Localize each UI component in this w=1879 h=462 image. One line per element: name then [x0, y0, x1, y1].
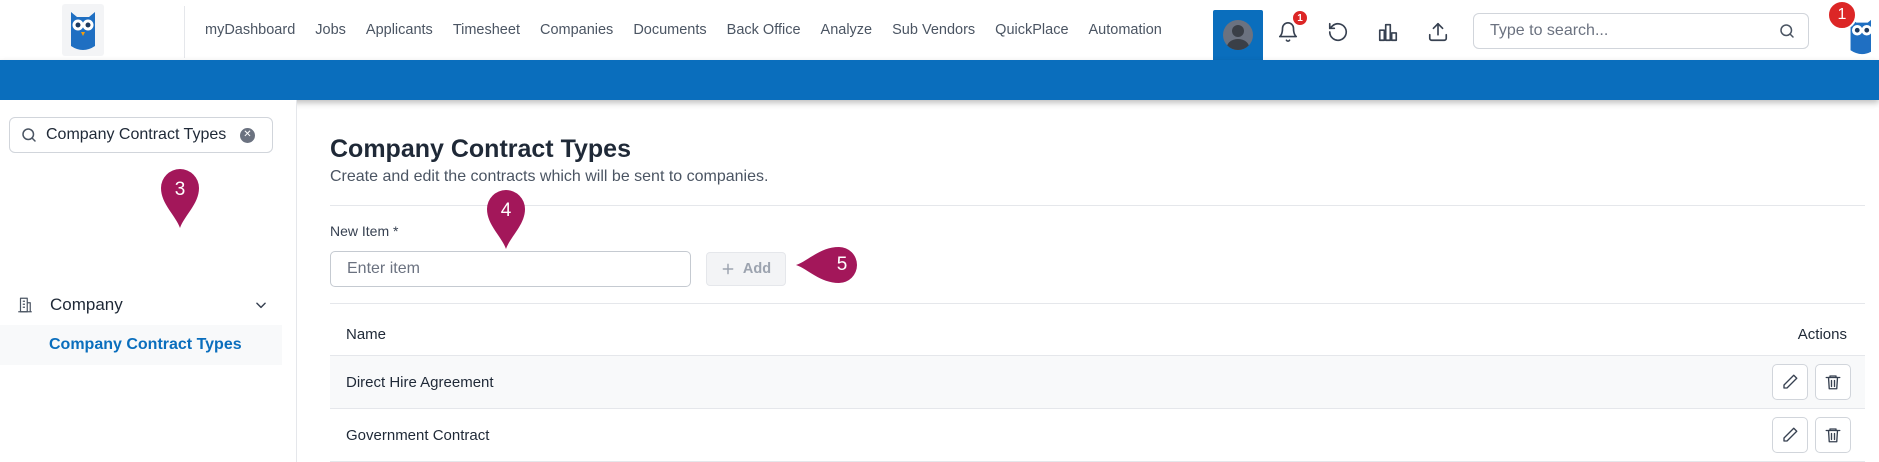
notifications-button[interactable]: 1: [1266, 9, 1310, 54]
contract-types-table: Name Actions Direct Hire Agreement Gover…: [330, 313, 1865, 462]
clear-search-icon[interactable]: ✕: [240, 127, 255, 143]
global-search-input[interactable]: [1490, 22, 1778, 40]
bar-chart-icon: [1378, 23, 1398, 42]
analytics-button[interactable]: [1366, 10, 1410, 54]
delete-button[interactable]: [1815, 364, 1851, 400]
page-subtitle: Create and edit the contracts which will…: [330, 168, 769, 185]
divider: [330, 205, 1865, 206]
global-search[interactable]: [1473, 13, 1809, 49]
pencil-icon: [1783, 374, 1798, 389]
divider: [330, 303, 1865, 304]
new-item-input[interactable]: [330, 251, 691, 287]
nav-item-analyze[interactable]: Analyze: [821, 22, 873, 38]
nav-item-companies[interactable]: Companies: [540, 22, 613, 38]
top-navbar: myDashboard Jobs Applicants Timesheet Co…: [0, 0, 1879, 60]
search-icon[interactable]: [1778, 22, 1796, 40]
owl-logo[interactable]: [62, 4, 104, 56]
nav-item-timesheet[interactable]: Timesheet: [453, 22, 520, 38]
table-row: Direct Hire Agreement: [330, 356, 1865, 409]
notification-count-badge: 1: [1291, 9, 1309, 27]
delete-button[interactable]: [1815, 417, 1851, 453]
page-title: Company Contract Types: [330, 135, 631, 163]
sidebar-section-label: Company: [50, 295, 123, 314]
upload-icon: [1428, 22, 1448, 42]
nav-item-back-office[interactable]: Back Office: [727, 22, 801, 38]
step-marker-4: 4: [484, 187, 528, 251]
row-actions: [1772, 417, 1851, 453]
new-item-label: New Item *: [330, 223, 399, 239]
nav-item-quickplace[interactable]: QuickPlace: [995, 22, 1068, 38]
row-name: Direct Hire Agreement: [346, 373, 494, 391]
sidebar-search[interactable]: ✕: [9, 117, 273, 153]
column-header-name: Name: [346, 325, 387, 343]
row-name: Government Contract: [346, 426, 490, 444]
settings-sidebar: ✕ Company Company Contract Types: [0, 100, 297, 462]
nav-divider: [184, 6, 185, 58]
step-marker-3: 3: [158, 166, 202, 230]
chevron-down-icon[interactable]: [254, 298, 268, 312]
nav-item-applicants[interactable]: Applicants: [366, 22, 433, 38]
column-header-actions: Actions: [1797, 325, 1847, 343]
add-button-label: Add: [742, 261, 772, 277]
header-banner: [0, 60, 1879, 100]
sidebar-section-company[interactable]: Company: [0, 285, 282, 325]
history-icon: [1328, 22, 1348, 42]
search-icon: [22, 128, 36, 142]
table-row: Government Contract: [330, 409, 1865, 462]
main-nav: myDashboard Jobs Applicants Timesheet Co…: [205, 0, 1162, 60]
nav-item-documents[interactable]: Documents: [633, 22, 706, 38]
avatar: [1223, 20, 1253, 50]
building-icon: [18, 297, 32, 313]
nav-item-sub-vendors[interactable]: Sub Vendors: [892, 22, 975, 38]
trash-icon: [1825, 375, 1841, 390]
sidebar-item-company-contract-types[interactable]: Company Contract Types: [0, 325, 282, 365]
history-button[interactable]: [1316, 10, 1360, 54]
row-actions: [1772, 364, 1851, 400]
step-marker-5: 5: [794, 244, 864, 286]
user-avatar-button[interactable]: [1213, 10, 1263, 60]
nav-item-jobs[interactable]: Jobs: [315, 22, 346, 38]
nav-item-automation[interactable]: Automation: [1089, 22, 1162, 38]
main-content: Company Contract Types Create and edit t…: [297, 100, 1879, 462]
edit-button[interactable]: [1772, 364, 1808, 400]
sidebar-search-input[interactable]: [46, 126, 232, 144]
trash-icon: [1825, 428, 1841, 443]
upload-button[interactable]: [1416, 10, 1460, 54]
pencil-icon: [1783, 427, 1798, 442]
profile-step-badge: 1: [1827, 0, 1857, 30]
plus-icon: [722, 263, 734, 275]
edit-button[interactable]: [1772, 417, 1808, 453]
table-header: Name Actions: [330, 313, 1865, 356]
add-button[interactable]: Add: [706, 252, 786, 286]
nav-item-mydashboard[interactable]: myDashboard: [205, 22, 295, 38]
